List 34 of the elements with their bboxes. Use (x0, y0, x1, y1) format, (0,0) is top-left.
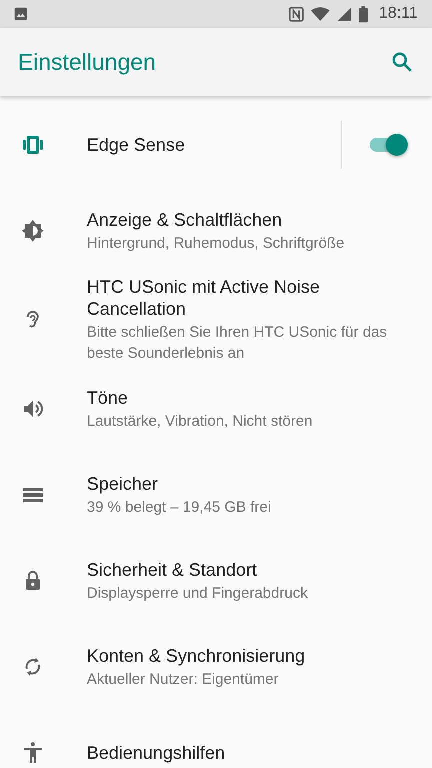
settings-item[interactable]: Töne Lautstärke, Vibration, Nicht stören (0, 366, 432, 452)
item-subtitle: Bitte schließen Sie Ihren HTC USonic für das beste Sounderlebnis an (87, 323, 388, 364)
item-subtitle: Displaysperre und Fingerabdruck (87, 584, 309, 604)
accessibility-icon (21, 741, 45, 765)
item-title: Töne (87, 386, 130, 408)
item-title: Sicherheit & Standort (87, 558, 258, 580)
search-icon[interactable] (390, 50, 414, 74)
wifi-icon (311, 6, 330, 22)
item-title: HTC USonic mit Active Noise Cancellation (87, 276, 322, 320)
item-subtitle: Lautstärke, Vibration, Nicht stören (87, 412, 314, 432)
settings-item[interactable]: Sicherheit & Standort Displaysperre und Fingerabdruck (0, 538, 432, 624)
signal-icon (337, 6, 352, 22)
item-title: Speicher (87, 472, 160, 494)
screen-title: Einstellungen (18, 48, 156, 76)
battery-icon (359, 6, 368, 22)
phone-squeeze-icon (21, 133, 45, 157)
settings-item[interactable]: Speicher 39 % belegt – 19,45 GB frei (0, 452, 432, 538)
image-icon (14, 7, 28, 21)
toggle-switch[interactable] (368, 132, 408, 158)
item-subtitle: Aktueller Nutzer: Eigentümer (87, 670, 280, 690)
settings-item[interactable]: Bedienungshilfen (0, 710, 432, 768)
settings-item[interactable]: Konten & Synchronisierung Aktueller Nutzer: Eigentümer (0, 624, 432, 710)
settings-item[interactable]: Edge Sense (0, 102, 432, 188)
item-subtitle: 39 % belegt – 19,45 GB frei (87, 498, 272, 518)
settings-item[interactable]: Anzeige & Schaltflächen Hintergrund, Ruhemodus, Schriftgröße (0, 188, 432, 274)
item-title: Edge Sense (87, 134, 186, 156)
nfc-icon (289, 6, 304, 22)
item-title: Anzeige & Schaltflächen (87, 208, 284, 230)
item-title: Konten & Synchronisierung (87, 644, 306, 666)
item-subtitle: Hintergrund, Ruhemodus, Schriftgröße (87, 234, 346, 254)
clock: 18:11 (379, 5, 418, 23)
settings-item[interactable]: HTC USonic mit Active Noise Cancellation Bitte schließen Sie Ihren HTC USonic für das beste Sounderlebnis an (0, 274, 432, 366)
brightness-icon (21, 219, 45, 243)
item-title: Bedienungshilfen (87, 742, 226, 764)
